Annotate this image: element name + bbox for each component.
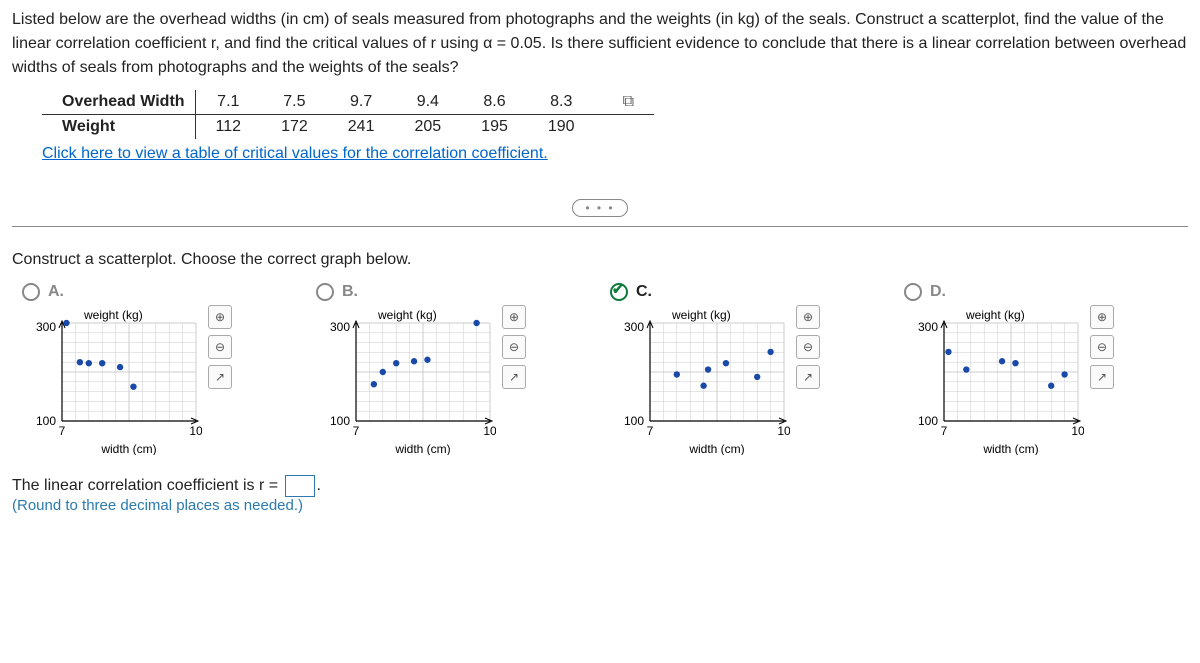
radio-b[interactable] <box>316 283 334 301</box>
svg-text:width (cm): width (cm) <box>394 442 450 455</box>
critical-values-link[interactable]: Click here to view a table of critical v… <box>42 145 548 163</box>
zoom-in-icon[interactable]: ⊕ <box>796 305 820 329</box>
weight-1: 172 <box>261 115 328 140</box>
option-d: D. 7 10 100 300 width (cm) weight (kg) ⊕ ⊖ ↗ <box>904 283 1174 455</box>
svg-text:7: 7 <box>353 424 360 438</box>
svg-text:7: 7 <box>941 424 948 438</box>
option-b: B. 7 10 100 300 width (cm) weight (kg) ⊕ ⊖ ↗ <box>316 283 586 455</box>
zoom-out-icon[interactable]: ⊖ <box>208 335 232 359</box>
chart-a: 7 10 100 300 width (cm) weight (kg) <box>22 305 202 455</box>
svg-text:10: 10 <box>1071 424 1084 438</box>
options-row: A. 710100300width (cm)weight (kg) ⊕ ⊖ ↗ … <box>22 283 1188 455</box>
radio-c[interactable] <box>610 283 628 301</box>
svg-text:weight (kg): weight (kg) <box>83 308 143 322</box>
data-table: Overhead Width 7.1 7.5 9.7 9.4 8.6 8.3 ⧉… <box>42 90 654 139</box>
weight-3: 205 <box>394 115 461 140</box>
copy-icon[interactable]: ⧉ <box>623 93 634 111</box>
answer-suffix: . <box>317 477 321 494</box>
svg-text:100: 100 <box>36 414 56 428</box>
weight-4: 195 <box>461 115 528 140</box>
svg-text:width (cm): width (cm) <box>688 442 744 455</box>
chart-d: 7 10 100 300 width (cm) weight (kg) <box>904 305 1084 455</box>
option-label-c: C. <box>636 283 652 301</box>
zoom-out-icon[interactable]: ⊖ <box>502 335 526 359</box>
width-2: 9.7 <box>328 90 395 115</box>
svg-text:width (cm): width (cm) <box>100 442 156 455</box>
svg-text:100: 100 <box>624 414 644 428</box>
svg-text:10: 10 <box>189 424 202 438</box>
option-label-b: B. <box>342 283 358 301</box>
sub-question-1: Construct a scatterplot. Choose the corr… <box>12 251 1188 269</box>
row-label-weight: Weight <box>42 115 195 140</box>
svg-text:weight (kg): weight (kg) <box>965 308 1025 322</box>
svg-text:100: 100 <box>330 414 350 428</box>
option-label-a: A. <box>48 283 64 301</box>
svg-text:300: 300 <box>330 320 350 334</box>
popout-icon[interactable]: ↗ <box>796 365 820 389</box>
popout-icon[interactable]: ↗ <box>502 365 526 389</box>
svg-text:7: 7 <box>59 424 66 438</box>
option-label-d: D. <box>930 283 946 301</box>
zoom-in-icon[interactable]: ⊕ <box>502 305 526 329</box>
popout-icon[interactable]: ↗ <box>1090 365 1114 389</box>
answer-input[interactable] <box>285 475 315 497</box>
svg-text:300: 300 <box>918 320 938 334</box>
chart-b: 7 10 100 300 width (cm) weight (kg) <box>316 305 496 455</box>
option-a: A. 7 10 100 300 width (cm) weight (kg) ⊕ ⊖ ↗ <box>22 283 292 455</box>
weight-2: 241 <box>328 115 395 140</box>
popout-icon[interactable]: ↗ <box>208 365 232 389</box>
radio-a[interactable] <box>22 283 40 301</box>
zoom-in-icon[interactable]: ⊕ <box>208 305 232 329</box>
weight-5: 190 <box>528 115 595 140</box>
svg-text:7: 7 <box>647 424 654 438</box>
svg-text:10: 10 <box>483 424 496 438</box>
answer-line: The linear correlation coefficient is r … <box>12 475 1188 515</box>
zoom-in-icon[interactable]: ⊕ <box>1090 305 1114 329</box>
answer-hint: (Round to three decimal places as needed… <box>12 497 303 514</box>
svg-text:weight (kg): weight (kg) <box>671 308 731 322</box>
svg-text:300: 300 <box>36 320 56 334</box>
svg-text:weight (kg): weight (kg) <box>377 308 437 322</box>
zoom-out-icon[interactable]: ⊖ <box>1090 335 1114 359</box>
radio-d[interactable] <box>904 283 922 301</box>
width-0: 7.1 <box>195 90 261 115</box>
expand-pill-icon[interactable]: • • • <box>572 199 627 217</box>
question-intro: Listed below are the overhead widths (in… <box>12 8 1188 80</box>
row-label-width: Overhead Width <box>42 90 195 115</box>
weight-0: 112 <box>195 115 261 140</box>
width-3: 9.4 <box>394 90 461 115</box>
chart-c: 7 10 100 300 width (cm) weight (kg) <box>610 305 790 455</box>
svg-text:width (cm): width (cm) <box>982 442 1038 455</box>
width-5: 8.3 <box>528 90 595 115</box>
svg-text:300: 300 <box>624 320 644 334</box>
option-c: C. 7 10 100 300 width (cm) weight (kg) ⊕ ⊖ ↗ <box>610 283 880 455</box>
zoom-out-icon[interactable]: ⊖ <box>796 335 820 359</box>
width-4: 8.6 <box>461 90 528 115</box>
answer-prefix: The linear correlation coefficient is r … <box>12 477 278 494</box>
svg-text:10: 10 <box>777 424 790 438</box>
copy-cell: ⧉ <box>595 90 654 115</box>
width-1: 7.5 <box>261 90 328 115</box>
svg-text:100: 100 <box>918 414 938 428</box>
